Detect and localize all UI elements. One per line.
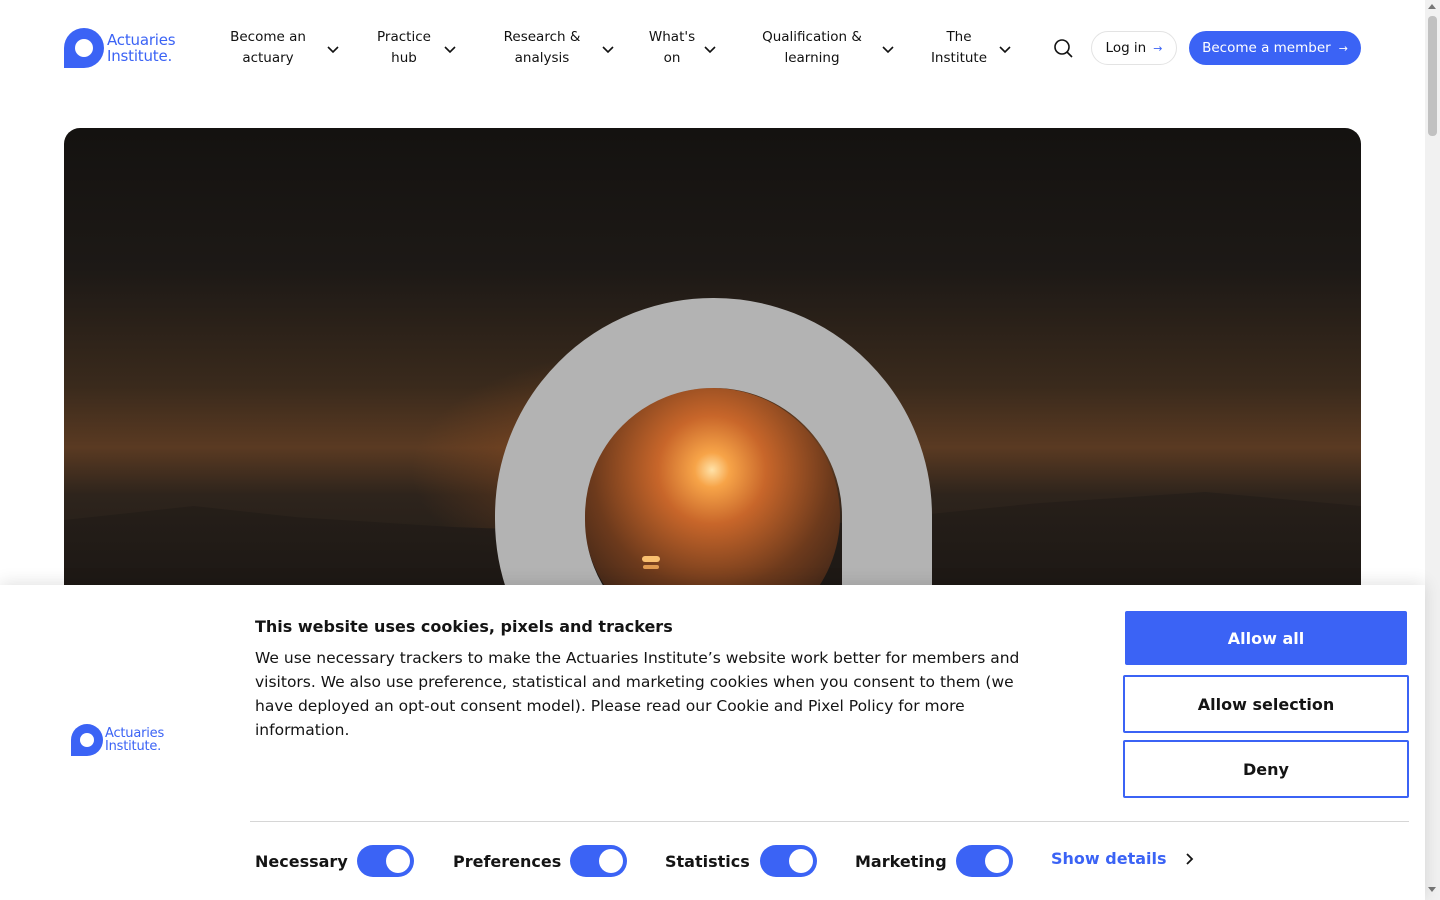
show-details-link[interactable]: Show details xyxy=(1051,849,1195,868)
marketing-toggle-switch[interactable] xyxy=(956,845,1013,877)
chevron-down-icon xyxy=(327,46,339,54)
search-icon[interactable] xyxy=(1050,35,1076,61)
nav-label: Research & analysis xyxy=(503,29,581,66)
site-header: Actuaries Institute. Become an actuary P… xyxy=(0,0,1425,96)
chevron-down-icon xyxy=(882,46,894,54)
scroll-down-icon[interactable] xyxy=(1428,887,1436,892)
nav-practice-hub[interactable]: Practice hub xyxy=(374,26,464,70)
allow-all-button[interactable]: Allow all xyxy=(1125,611,1407,665)
logo-mark-icon xyxy=(71,724,103,756)
scrollbar-thumb[interactable] xyxy=(1428,16,1437,136)
necessary-toggle-switch[interactable] xyxy=(357,845,414,877)
toggle-necessary: Necessary xyxy=(255,845,414,877)
hero-logo-mark-icon xyxy=(495,298,932,598)
nav-label: Qualification & learning xyxy=(762,29,862,66)
deny-button[interactable]: Deny xyxy=(1123,740,1409,798)
hero-image xyxy=(64,128,1361,598)
nav-whats-on[interactable]: What's on xyxy=(647,26,719,70)
chevron-down-icon xyxy=(602,46,614,54)
nav-label: What's on xyxy=(648,29,696,66)
scroll-up-icon[interactable] xyxy=(1428,4,1436,9)
become-member-button[interactable]: Become a member → xyxy=(1189,31,1361,65)
nav-qualification-learning[interactable]: Qualification & learning xyxy=(759,26,897,70)
nav-label: The Institute xyxy=(930,29,988,66)
nav-label: Become an actuary xyxy=(230,29,306,66)
nav-become-an-actuary[interactable]: Become an actuary xyxy=(229,26,347,70)
chevron-down-icon xyxy=(704,46,716,54)
cookie-consent-banner: Actuaries Institute. This website uses c… xyxy=(0,585,1425,900)
toggle-marketing: Marketing xyxy=(855,845,1013,877)
logo-mark-icon xyxy=(64,28,104,68)
arrow-right-icon: → xyxy=(1338,41,1348,55)
nav-label: Practice hub xyxy=(377,29,431,66)
cookie-description: We use necessary trackers to make the Ac… xyxy=(255,649,1020,739)
login-button[interactable]: Log in → xyxy=(1091,31,1177,65)
nav-research-analysis[interactable]: Research & analysis xyxy=(502,26,622,70)
chevron-down-icon xyxy=(444,46,456,54)
cookie-title: This website uses cookies, pixels and tr… xyxy=(255,617,673,636)
cookie-banner-logo: Actuaries Institute. xyxy=(71,724,164,756)
toggle-preferences: Preferences xyxy=(453,845,627,877)
toggle-statistics: Statistics xyxy=(665,845,817,877)
logo-wordmark: Actuaries Institute. xyxy=(105,726,165,754)
preferences-toggle-switch[interactable] xyxy=(570,845,627,877)
statistics-toggle-switch[interactable] xyxy=(760,845,817,877)
allow-selection-button[interactable]: Allow selection xyxy=(1123,675,1409,733)
site-logo[interactable]: Actuaries Institute. xyxy=(64,28,176,68)
chevron-down-icon xyxy=(999,46,1011,54)
divider xyxy=(250,821,1409,822)
arrow-right-icon: → xyxy=(1153,41,1163,55)
nav-the-institute[interactable]: The Institute xyxy=(929,26,1014,70)
chevron-right-icon xyxy=(1185,852,1193,865)
logo-wordmark: Actuaries Institute. xyxy=(107,31,176,65)
